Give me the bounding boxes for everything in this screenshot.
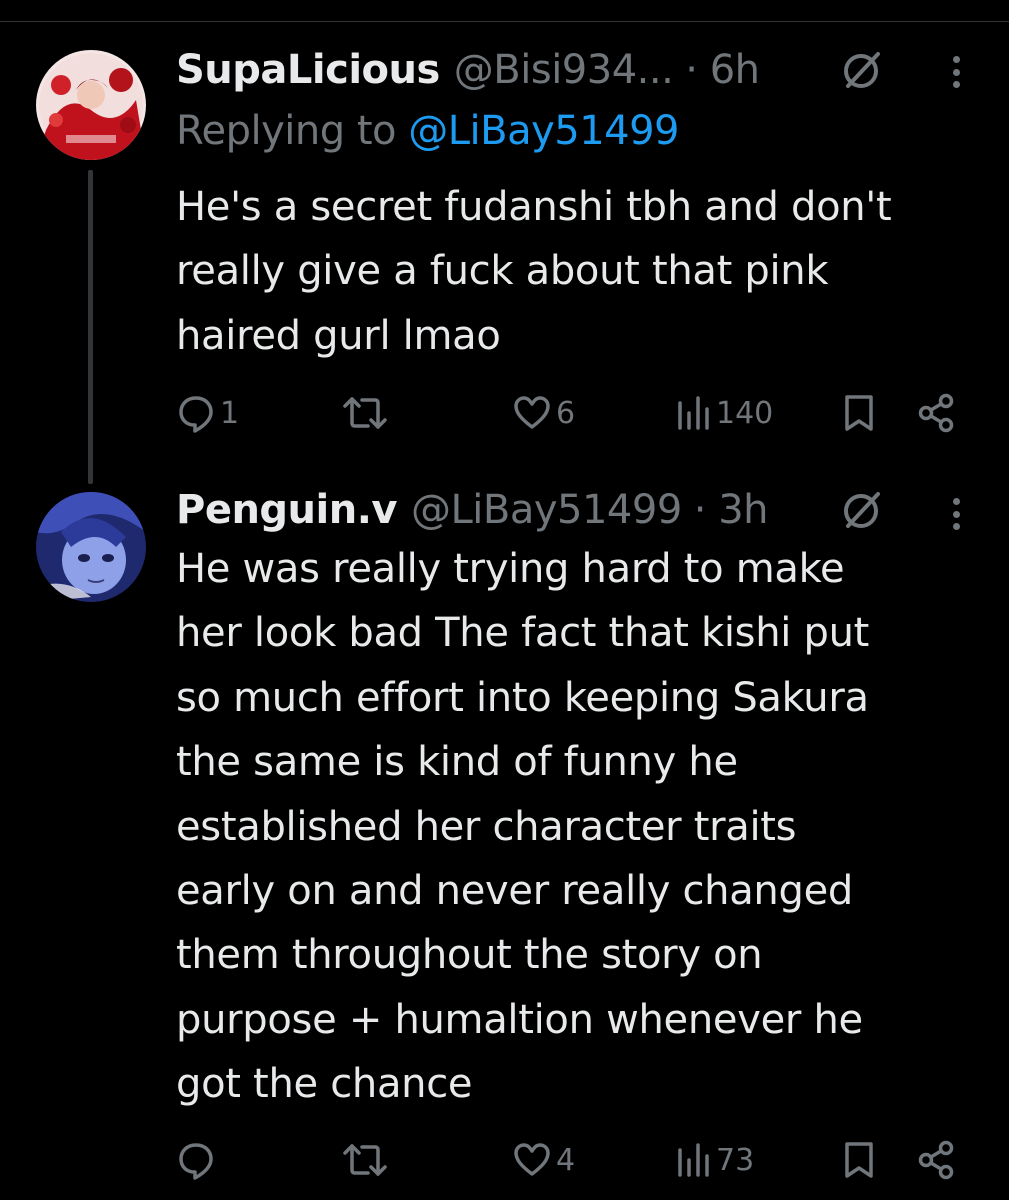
views-icon (678, 396, 709, 430)
reply-tweet-2[interactable]: Penguin.v @LiBay51499 · 3h He was really… (0, 480, 1009, 1200)
views-button[interactable]: 140 (676, 393, 773, 433)
reply-button[interactable] (176, 1140, 220, 1180)
share-icon (918, 1140, 954, 1180)
like-button[interactable]: 6 (512, 393, 575, 433)
handle[interactable]: @LiBay51499 (411, 487, 682, 533)
action-bar: 1 6 140 (0, 388, 1009, 438)
reply-tweet-1[interactable]: SupaLicious @Bisi934... · 6h Replying to… (0, 0, 1009, 484)
timestamp[interactable]: · 6h (685, 47, 760, 93)
share-button[interactable] (916, 393, 956, 433)
retweet-icon (343, 397, 387, 429)
views-button[interactable]: 73 (676, 1140, 754, 1180)
reply-count: 1 (220, 395, 240, 431)
bookmark-icon (845, 395, 873, 431)
replying-mention[interactable]: @LiBay51499 (408, 108, 679, 154)
bookmark-button[interactable] (842, 1140, 876, 1180)
heart-icon (514, 1143, 550, 1176)
tweet-text: He's a secret fudanshi tbh and don't rea… (176, 184, 892, 359)
tweet-header: SupaLicious @Bisi934... · 6h (176, 40, 760, 100)
reply-icon (179, 1143, 213, 1180)
replying-label: Replying to (176, 108, 397, 154)
views-count: 73 (716, 1142, 755, 1178)
avatar[interactable] (36, 492, 146, 602)
retweet-button[interactable] (342, 1140, 392, 1180)
views-icon (678, 1143, 709, 1177)
handle[interactable]: @Bisi934... (454, 47, 674, 93)
action-bar: 4 73 (0, 1135, 1009, 1185)
red-anime-avatar-icon (36, 50, 146, 160)
like-button[interactable]: 4 (512, 1140, 575, 1180)
share-icon (918, 393, 954, 433)
like-count: 4 (556, 1142, 576, 1178)
tweet-header: Penguin.v @LiBay51499 · 3h (176, 480, 769, 540)
share-button[interactable] (916, 1140, 956, 1180)
blue-anime-avatar-icon (36, 492, 146, 602)
replying-to: Replying to @LiBay51499 (176, 108, 680, 154)
bookmark-button[interactable] (842, 393, 876, 433)
retweet-icon (343, 1144, 387, 1176)
tweet-text: He was really trying hard to make her lo… (176, 546, 870, 1108)
bookmark-icon (845, 1142, 873, 1178)
retweet-button[interactable] (342, 393, 392, 433)
grok-icon[interactable] (840, 48, 884, 92)
avatar[interactable] (36, 50, 146, 160)
more-icon[interactable] (949, 50, 963, 94)
reply-button[interactable]: 1 (176, 393, 239, 433)
reply-icon (179, 396, 213, 433)
like-count: 6 (556, 395, 576, 431)
display-name[interactable]: SupaLicious (176, 47, 440, 93)
grok-icon[interactable] (840, 488, 884, 532)
timestamp[interactable]: · 3h (694, 487, 769, 533)
heart-icon (514, 396, 550, 429)
views-count: 140 (716, 395, 774, 431)
display-name[interactable]: Penguin.v (176, 487, 398, 533)
more-icon[interactable] (949, 492, 963, 536)
